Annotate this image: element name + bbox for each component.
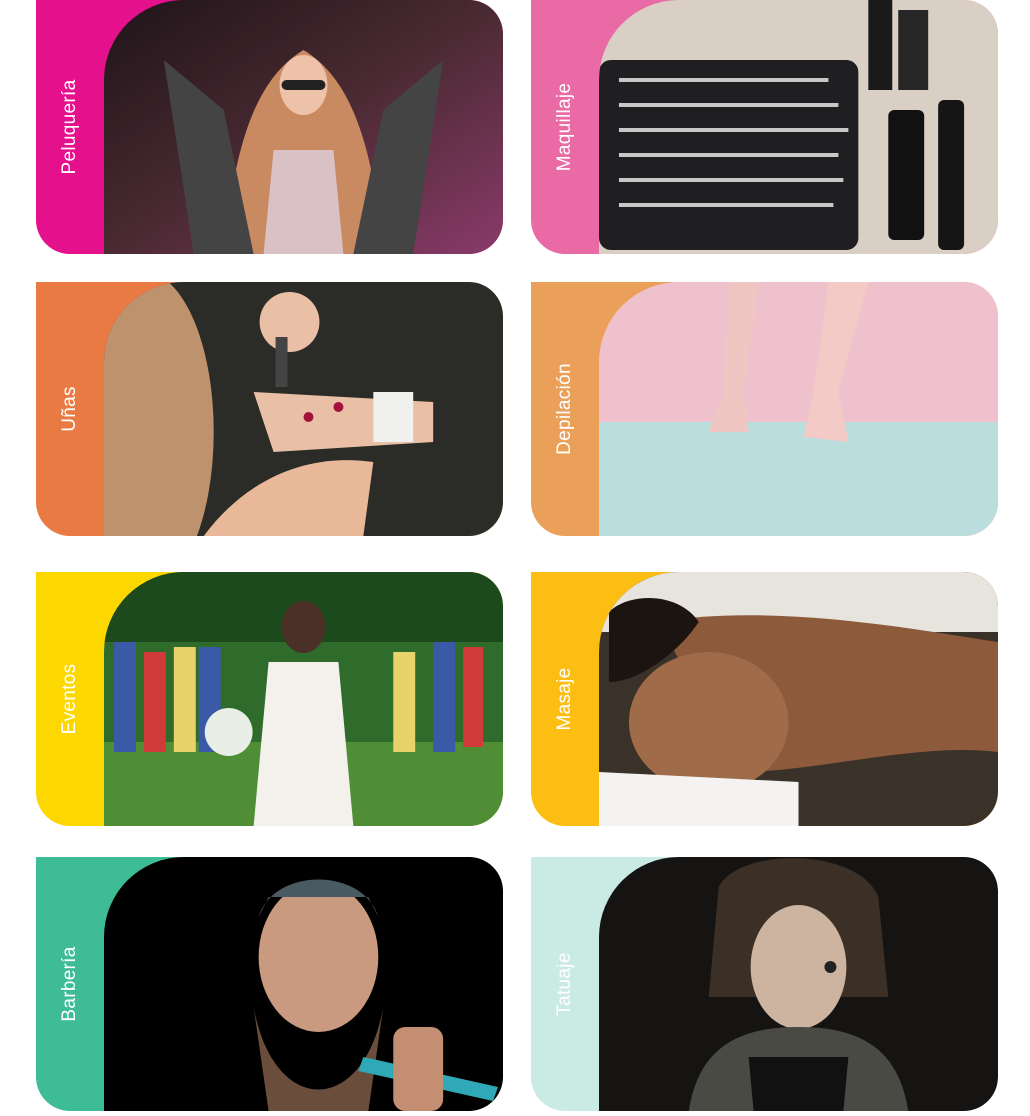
category-label: Barbería: [59, 946, 80, 1022]
massage-photo: [599, 572, 998, 826]
category-card-peluqueria[interactable]: Peluquería: [36, 0, 503, 254]
category-card-eventos[interactable]: Eventos: [36, 572, 503, 826]
category-label: Tatuaje: [554, 952, 575, 1016]
category-label: Maquillaje: [554, 82, 575, 172]
nails-photo: [104, 282, 503, 536]
category-label: Eventos: [59, 663, 80, 735]
category-card-barberia[interactable]: Barbería: [36, 857, 503, 1111]
category-card-masaje[interactable]: Masaje: [531, 572, 998, 826]
barber-photo: [104, 857, 503, 1111]
category-label: Peluquería: [59, 79, 80, 175]
category-card-tatuaje[interactable]: Tatuaje: [531, 857, 998, 1111]
hair-photo: [104, 0, 503, 254]
category-card-maquillaje[interactable]: Maquillaje: [531, 0, 998, 254]
category-card-unas[interactable]: Uñas: [36, 282, 503, 536]
tattoo-photo: [599, 857, 998, 1111]
event-photo: [104, 572, 503, 826]
category-card-depilacion[interactable]: Depilación: [531, 282, 998, 536]
category-label: Masaje: [554, 667, 575, 731]
waxing-photo: [599, 282, 998, 536]
category-label: Uñas: [59, 386, 80, 432]
category-label: Depilación: [554, 363, 575, 455]
makeup-photo: [599, 0, 998, 254]
